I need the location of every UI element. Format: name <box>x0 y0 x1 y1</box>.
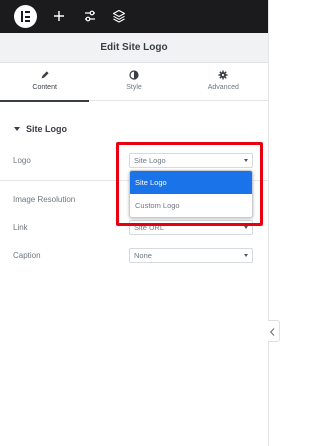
logo-label: Logo <box>13 156 31 165</box>
elementor-logo-icon[interactable] <box>14 5 37 28</box>
sliders-icon[interactable] <box>82 8 98 24</box>
image-resolution-label: Image Resolution <box>13 195 76 204</box>
dropdown-option-site-logo[interactable]: Site Logo <box>130 171 252 194</box>
section-title: Site Logo <box>26 124 67 134</box>
logo-dropdown-list: Site Logo Custom Logo <box>129 170 253 218</box>
caption-label: Caption <box>13 251 41 260</box>
caption-select-value: None <box>134 251 152 260</box>
caret-down-icon <box>14 127 20 131</box>
editor-toolbar <box>0 0 268 33</box>
editor-panel: Edit Site Logo Content Style Advanced Si… <box>0 33 268 446</box>
tab-advanced[interactable]: Advanced <box>179 63 268 101</box>
caption-select[interactable]: None <box>129 248 253 263</box>
pencil-icon <box>41 71 49 79</box>
chevron-left-icon <box>269 328 275 336</box>
chevron-down-icon <box>244 226 248 229</box>
tab-content-label: Content <box>32 84 57 91</box>
chevron-down-icon <box>244 159 248 162</box>
preview-area <box>268 0 284 446</box>
section-toggle-site-logo[interactable]: Site Logo <box>14 124 67 134</box>
plus-icon[interactable] <box>51 8 67 24</box>
contrast-icon <box>129 70 139 80</box>
panel-title: Edit Site Logo <box>0 33 268 63</box>
dropdown-option-custom-logo[interactable]: Custom Logo <box>130 194 252 217</box>
logo-select[interactable]: Site Logo <box>129 153 253 168</box>
tab-style[interactable]: Style <box>89 63 178 101</box>
collapse-panel-button[interactable] <box>266 320 280 342</box>
tab-style-label: Style <box>126 84 142 91</box>
tab-advanced-label: Advanced <box>207 84 239 91</box>
layers-icon[interactable] <box>111 8 127 24</box>
gear-icon <box>218 70 228 80</box>
logo-select-value: Site Logo <box>134 156 166 165</box>
link-select[interactable]: Site URL <box>129 220 253 235</box>
link-label: Link <box>13 223 28 232</box>
panel-tabs: Content Style Advanced <box>0 63 268 102</box>
link-select-value: Site URL <box>134 223 165 232</box>
tab-content[interactable]: Content <box>0 63 90 102</box>
chevron-down-icon <box>244 254 248 257</box>
